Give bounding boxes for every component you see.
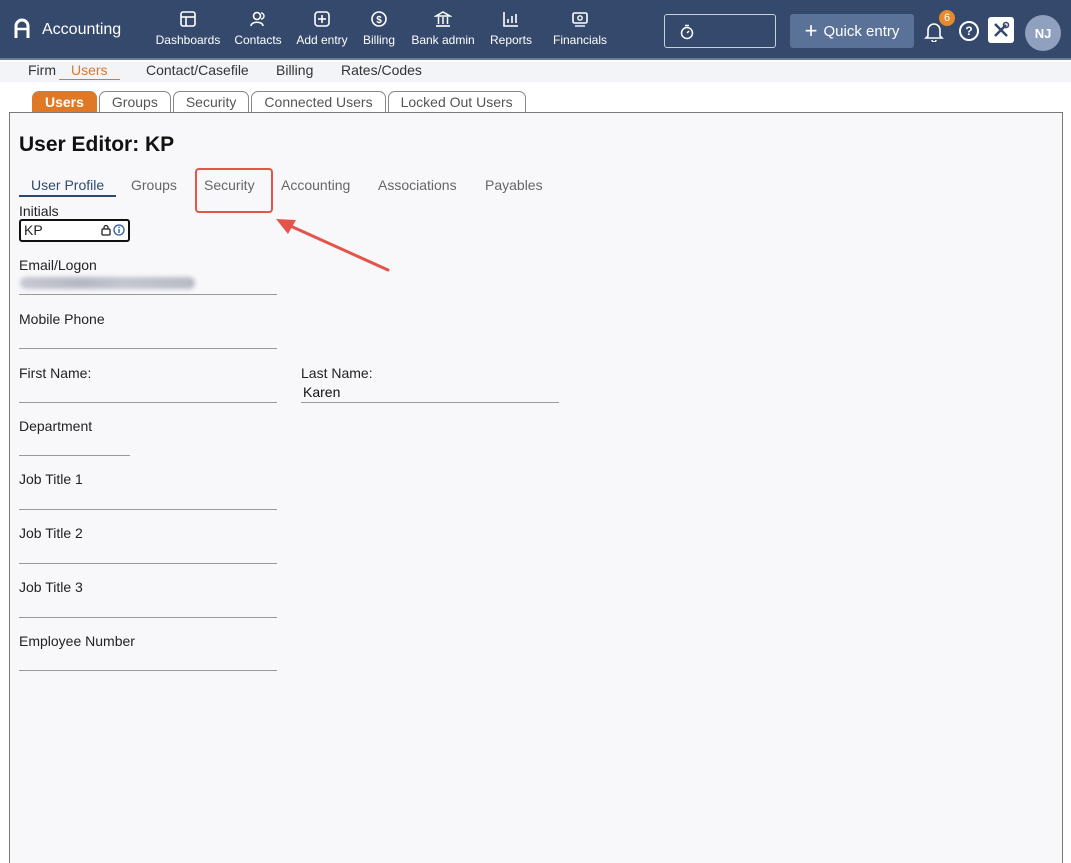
job-title-2-label: Job Title 2 xyxy=(19,525,83,541)
last-name-label: Last Name: xyxy=(301,365,373,381)
plus-icon: + xyxy=(804,18,818,43)
job-title-1-field[interactable] xyxy=(19,509,277,510)
app-logo-icon xyxy=(14,18,30,42)
help-icon[interactable]: ? xyxy=(959,21,979,41)
nav-reports[interactable]: Reports xyxy=(482,10,540,47)
contacts-icon xyxy=(250,11,265,27)
quick-entry-label: Quick entry xyxy=(823,22,900,40)
nav-billing[interactable]: $ Billing xyxy=(354,10,404,47)
subtab-payables[interactable]: Payables xyxy=(485,177,543,193)
quick-entry-button[interactable]: + Quick entry xyxy=(790,14,914,48)
job-title-3-label: Job Title 3 xyxy=(19,579,83,595)
subtab-associations[interactable]: Associations xyxy=(378,177,457,193)
nav-contacts-label: Contacts xyxy=(234,33,282,47)
tab-security[interactable]: Security xyxy=(172,91,250,113)
users-tabs: Users Groups Security Connected Users Lo… xyxy=(32,91,526,113)
brand-name: Accounting xyxy=(42,21,122,38)
tab-connected-users[interactable]: Connected Users xyxy=(251,91,386,113)
brand[interactable]: Accounting xyxy=(14,18,121,42)
main-nav: Dashboards Contacts Add entry $ Billing … xyxy=(150,10,620,47)
financials-icon xyxy=(572,12,588,27)
job-title-1-label: Job Title 1 xyxy=(19,471,83,487)
subtab-accounting[interactable]: Accounting xyxy=(281,177,350,193)
nav-bank-admin-label: Bank admin xyxy=(411,33,475,47)
subtab-groups[interactable]: Groups xyxy=(131,177,177,193)
info-icon xyxy=(113,224,125,236)
initials-label: Initials xyxy=(19,203,59,219)
tab-groups[interactable]: Groups xyxy=(98,91,171,113)
subnav-rates-codes[interactable]: Rates/Codes xyxy=(341,62,422,78)
nav-dashboards-label: Dashboards xyxy=(155,33,221,47)
nav-financials-label: Financials xyxy=(552,33,608,47)
secondary-nav: Firm Users Contact/Casefile Billing Rate… xyxy=(0,62,1071,82)
nav-add-entry-label: Add entry xyxy=(296,33,348,47)
email-field[interactable] xyxy=(19,294,277,295)
security-highlight-box xyxy=(195,168,273,213)
mobile-phone-field[interactable] xyxy=(19,348,277,349)
initials-input[interactable]: KP xyxy=(19,219,130,242)
department-field[interactable] xyxy=(19,455,130,456)
job-title-3-field[interactable] xyxy=(19,617,277,618)
subtab-user-profile[interactable]: User Profile xyxy=(19,177,117,197)
subnav-contact-casefile[interactable]: Contact/Casefile xyxy=(146,62,249,78)
nav-add-entry[interactable]: Add entry xyxy=(290,10,354,47)
reports-icon xyxy=(503,12,518,27)
stopwatch-icon xyxy=(680,24,694,40)
last-name-value: Karen xyxy=(303,384,341,400)
initials-input-icons xyxy=(101,224,125,236)
user-avatar[interactable]: NJ xyxy=(1025,15,1061,51)
subnav-users[interactable]: Users xyxy=(59,62,120,80)
subnav-billing[interactable]: Billing xyxy=(276,62,313,78)
tools-icon[interactable] xyxy=(988,17,1014,43)
notification-count-badge: 6 xyxy=(939,10,955,26)
employee-number-field[interactable] xyxy=(19,670,277,671)
first-name-field[interactable] xyxy=(19,402,277,403)
user-editor-panel xyxy=(9,112,1063,863)
job-title-2-field[interactable] xyxy=(19,563,277,564)
email-value-redacted xyxy=(20,277,195,289)
nav-reports-label: Reports xyxy=(489,33,533,47)
email-label: Email/Logon xyxy=(19,257,97,273)
nav-contacts[interactable]: Contacts xyxy=(226,10,290,47)
billing-icon: $ xyxy=(371,11,387,27)
top-bar: Accounting Dashboards Contacts Add entry… xyxy=(0,0,1071,60)
add-entry-icon xyxy=(314,11,330,27)
svg-text:$: $ xyxy=(376,15,382,26)
last-name-field[interactable] xyxy=(301,402,559,403)
employee-number-label: Employee Number xyxy=(19,633,135,649)
nav-billing-label: Billing xyxy=(362,33,395,47)
timer-field[interactable] xyxy=(664,14,776,48)
tab-locked-out-users[interactable]: Locked Out Users xyxy=(387,91,526,113)
mobile-phone-label: Mobile Phone xyxy=(19,311,105,327)
dashboard-icon xyxy=(180,11,196,27)
bank-icon xyxy=(434,11,452,27)
page-title: User Editor: KP xyxy=(19,133,175,156)
department-label: Department xyxy=(19,418,93,434)
nav-bank-admin[interactable]: Bank admin xyxy=(404,10,482,47)
nav-dashboards[interactable]: Dashboards xyxy=(150,10,226,47)
subnav-firm[interactable]: Firm xyxy=(28,62,56,78)
initials-value: KP xyxy=(24,222,43,238)
annotation-arrow-icon xyxy=(276,219,390,272)
nav-financials[interactable]: Financials xyxy=(540,10,620,47)
lock-icon xyxy=(101,224,111,236)
first-name-label: First Name: xyxy=(19,365,92,381)
tab-users[interactable]: Users xyxy=(32,91,97,113)
